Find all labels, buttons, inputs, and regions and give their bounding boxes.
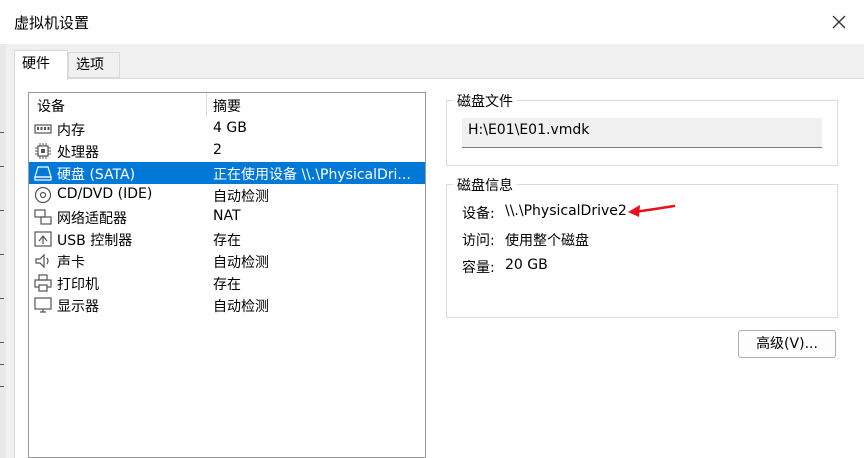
tab-options[interactable]: 选项 bbox=[68, 52, 120, 78]
close-button[interactable] bbox=[822, 6, 856, 38]
device-row-hard-disk[interactable]: 硬盘 (SATA) 正在使用设备 \\.\PhysicalDri... bbox=[29, 162, 425, 184]
printer-icon bbox=[34, 274, 52, 292]
device-list[interactable]: 设备 摘要 内存 4 GB 处理器 2 硬盘 (SATA) 正在使用设备 \\.… bbox=[28, 92, 426, 458]
device-name: 网络适配器 bbox=[57, 211, 127, 227]
device-name: 打印机 bbox=[57, 277, 99, 293]
device-row-printer[interactable]: 打印机 存在 bbox=[29, 272, 425, 294]
display-icon bbox=[34, 297, 52, 313]
device-list-header: 设备 摘要 bbox=[29, 93, 425, 117]
disk-info-group-title: 磁盘信息 bbox=[453, 175, 517, 195]
column-header-device[interactable]: 设备 bbox=[37, 96, 65, 116]
network-adapter-icon bbox=[34, 209, 52, 225]
device-row-display[interactable]: 显示器 自动检测 bbox=[29, 294, 425, 316]
capacity-label: 容量: bbox=[462, 260, 495, 276]
window-title: 虚拟机设置 bbox=[14, 14, 90, 32]
device-summary: 自动检测 bbox=[213, 189, 269, 205]
device-name: 显示器 bbox=[57, 299, 99, 315]
capacity-value: 20 GB bbox=[505, 257, 548, 273]
device-summary: 自动检测 bbox=[213, 255, 269, 271]
device-row-cd-dvd[interactable]: CD/DVD (IDE) 自动检测 bbox=[29, 184, 425, 206]
usb-icon bbox=[34, 231, 52, 247]
device-summary: 4 GB bbox=[213, 120, 247, 136]
device-row-sound-card[interactable]: 声卡 自动检测 bbox=[29, 250, 425, 272]
device-summary: NAT bbox=[213, 208, 241, 224]
device-name: USB 控制器 bbox=[57, 233, 133, 249]
access-value: 使用整个磁盘 bbox=[505, 233, 589, 249]
device-summary: 2 bbox=[213, 142, 222, 158]
cd-dvd-icon bbox=[34, 186, 52, 204]
hard-disk-icon bbox=[34, 166, 52, 181]
device-name: CD/DVD (IDE) bbox=[57, 186, 153, 202]
disk-file-group-title: 磁盘文件 bbox=[453, 91, 517, 111]
device-label: 设备: bbox=[462, 206, 495, 222]
device-name: 处理器 bbox=[57, 145, 99, 161]
title-bar: 虚拟机设置 bbox=[0, 0, 864, 44]
device-row-usb-controller[interactable]: USB 控制器 存在 bbox=[29, 228, 425, 250]
device-row-memory[interactable]: 内存 4 GB bbox=[29, 118, 425, 140]
tab-hardware[interactable]: 硬件 bbox=[14, 50, 68, 80]
device-name: 硬盘 (SATA) bbox=[57, 167, 136, 183]
close-icon bbox=[832, 15, 846, 29]
device-row-processor[interactable]: 处理器 2 bbox=[29, 140, 425, 162]
tab-hardware-label: 硬件 bbox=[22, 56, 50, 72]
processor-icon bbox=[35, 143, 51, 159]
background-window-edge bbox=[0, 44, 6, 458]
device-summary: 正在使用设备 \\.\PhysicalDri... bbox=[213, 167, 411, 183]
device-summary: 自动检测 bbox=[213, 299, 269, 315]
device-name: 内存 bbox=[57, 123, 85, 139]
device-row-network-adapter[interactable]: 网络适配器 NAT bbox=[29, 206, 425, 228]
device-summary: 存在 bbox=[213, 277, 241, 293]
disk-file-path-field[interactable]: H:\E01\E01.vmdk bbox=[462, 118, 822, 148]
device-summary: 存在 bbox=[213, 233, 241, 249]
memory-icon bbox=[34, 124, 52, 134]
tab-options-label: 选项 bbox=[76, 57, 104, 73]
column-separator[interactable] bbox=[206, 93, 207, 117]
device-value: \\.\PhysicalDrive2 bbox=[505, 203, 627, 219]
advanced-button[interactable]: 高级(V)... bbox=[738, 330, 836, 358]
column-header-summary[interactable]: 摘要 bbox=[213, 96, 241, 116]
device-name: 声卡 bbox=[57, 255, 85, 271]
sound-card-icon bbox=[35, 253, 49, 269]
access-label: 访问: bbox=[462, 233, 495, 249]
red-arrow-annotation-icon bbox=[628, 204, 676, 217]
